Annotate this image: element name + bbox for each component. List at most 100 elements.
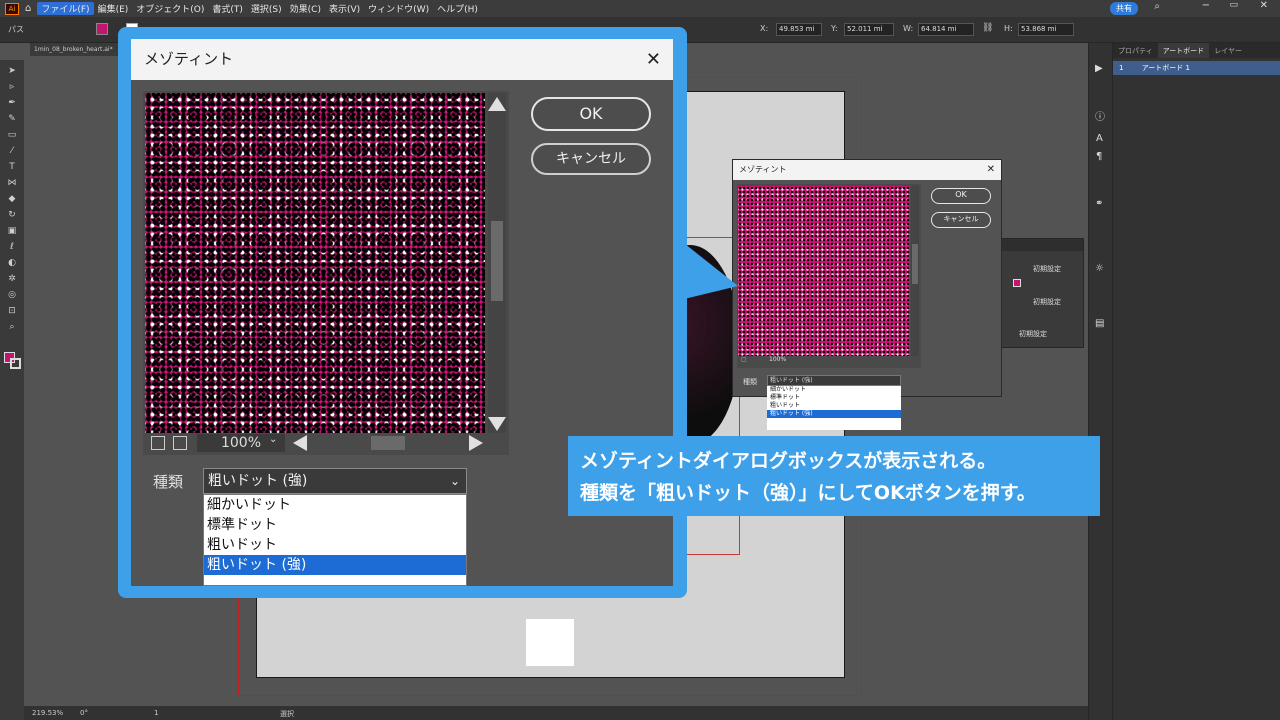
menu-edit[interactable]: 編集(E) xyxy=(94,2,133,15)
scroll-up-arrow-icon[interactable] xyxy=(488,97,506,111)
list-item[interactable]: 粗いドット xyxy=(204,535,466,555)
rotation-value[interactable]: 0° xyxy=(80,709,88,717)
zoom-out-icon[interactable]: ▢ xyxy=(741,356,747,363)
cancel-button[interactable]: キャンセル xyxy=(931,212,991,228)
reflect-tool-icon[interactable]: ⋈ xyxy=(6,178,18,188)
y-label: Y: xyxy=(831,24,838,33)
home-icon[interactable]: ⌂ xyxy=(25,3,31,14)
paintbrush-tool-icon[interactable]: ⁄ xyxy=(6,146,18,156)
tab-artboards[interactable]: アートボード xyxy=(1157,43,1210,58)
x-label: X: xyxy=(760,24,769,33)
type-select-value: 粗いドット (強) xyxy=(208,473,308,489)
close-icon[interactable]: ✕ xyxy=(646,39,661,80)
list-item-selected[interactable]: 粗いドット (強) xyxy=(767,410,901,418)
type-tool-icon[interactable]: T xyxy=(6,162,18,172)
tab-properties[interactable]: プロパティ xyxy=(1113,43,1158,58)
current-tool-label: 選択 xyxy=(280,710,294,718)
selection-tool-icon[interactable]: ➤ xyxy=(6,66,18,76)
eyedropper-tool-icon[interactable]: ℓ xyxy=(6,242,18,252)
y-field[interactable]: 52.011 mi xyxy=(844,23,894,36)
horizontal-scroll-thumb[interactable] xyxy=(371,436,405,450)
list-item[interactable]: 粗いドット xyxy=(767,402,901,410)
illustrator-logo-icon: Ai xyxy=(5,2,19,15)
tab-layers[interactable]: レイヤー xyxy=(1209,43,1247,58)
scroll-right-arrow-icon[interactable] xyxy=(469,435,483,451)
minimize-icon[interactable]: − xyxy=(1202,0,1210,11)
zoom-tool-icon[interactable]: ⌕ xyxy=(6,322,18,332)
links-panel-icon[interactable]: ⚭ xyxy=(1095,198,1103,209)
close-window-icon[interactable]: ✕ xyxy=(1260,0,1268,11)
fill-swatch[interactable] xyxy=(96,23,108,35)
artboard-page-number[interactable]: 1 xyxy=(154,709,158,717)
constrain-proportions-icon[interactable]: ⛓ xyxy=(982,23,993,33)
artboard-tool-icon[interactable]: ⊡ xyxy=(6,306,18,316)
x-field[interactable]: 49.853 mi xyxy=(776,23,822,36)
maximize-icon[interactable]: ▭ xyxy=(1229,0,1238,10)
rectangle-tool-icon[interactable]: ▭ xyxy=(6,130,18,140)
selection-type-label: パス xyxy=(8,25,24,34)
menu-window[interactable]: ウィンドウ(W) xyxy=(364,2,433,15)
free-transform-tool-icon[interactable]: ▣ xyxy=(6,226,18,236)
artboards-panel: プロパティ アートボード レイヤー 1 アートボード 1 xyxy=(1112,43,1280,720)
panel-icon-strip: ▶ ⓘ A ¶ ⚭ ☼ ▤ xyxy=(1088,43,1112,720)
menu-view[interactable]: 表示(V) xyxy=(325,2,364,15)
zoom-out-button[interactable] xyxy=(151,436,165,450)
paragraph-panel-icon[interactable]: ¶ xyxy=(1096,151,1102,162)
menu-select[interactable]: 選択(S) xyxy=(247,2,286,15)
appearance-fill-swatch[interactable] xyxy=(1013,279,1021,287)
appearance-panel: 初期設定 初期設定 初期設定 xyxy=(1000,238,1084,348)
artboard-number: 1 xyxy=(1119,64,1124,72)
direct-selection-tool-icon[interactable]: ▹ xyxy=(6,82,18,92)
cancel-button[interactable]: キャンセル xyxy=(531,143,651,175)
menu-type[interactable]: 書式(T) xyxy=(208,2,247,15)
list-item[interactable]: 標準ドット xyxy=(767,394,901,402)
symbol-sprayer-tool-icon[interactable]: ✲ xyxy=(6,274,18,284)
type-select[interactable]: 粗いドット (強) ⌄ xyxy=(203,468,467,494)
list-item[interactable]: 細かいドット xyxy=(204,495,466,515)
blend-tool-icon[interactable]: ◐ xyxy=(6,258,18,268)
preview-scroll-thumb[interactable] xyxy=(912,244,918,284)
ok-button[interactable]: OK xyxy=(931,188,991,204)
dialog-title: メゾティント xyxy=(739,165,787,174)
dialog-title: メゾティント xyxy=(144,50,234,68)
preview-panel xyxy=(737,184,921,368)
type-label: 種類 xyxy=(153,473,184,491)
info-panel-icon[interactable]: ⓘ xyxy=(1095,108,1105,123)
menu-file[interactable]: ファイル(F) xyxy=(37,2,94,15)
list-item[interactable]: 細かいドット xyxy=(767,386,901,394)
eraser-tool-icon[interactable]: ◆ xyxy=(6,194,18,204)
menu-help[interactable]: ヘルプ(H) xyxy=(433,2,482,15)
shape-builder-tool-icon[interactable]: ◎ xyxy=(6,290,18,300)
menu-effect[interactable]: 効果(C) xyxy=(286,2,325,15)
properties-panel-icon[interactable]: ▶ xyxy=(1095,63,1103,74)
stroke-color-swatch[interactable] xyxy=(10,358,21,369)
curvature-tool-icon[interactable]: ✎ xyxy=(6,114,18,124)
appearance-opacity-value: 初期設定 xyxy=(1033,298,1061,306)
tools-panel: ➤ ▹ ✒ ✎ ▭ ⁄ T ⋈ ◆ ↻ ▣ ℓ ◐ ✲ ◎ ⊡ ⌕ xyxy=(0,60,24,720)
artboard-list-item[interactable]: 1 アートボード 1 xyxy=(1113,61,1280,75)
ok-button[interactable]: OK xyxy=(531,97,651,131)
scroll-down-arrow-icon[interactable] xyxy=(488,417,506,431)
white-square-shape[interactable] xyxy=(526,619,574,666)
menu-object[interactable]: オブジェクト(O) xyxy=(132,2,208,15)
zoom-chevron-down-icon[interactable]: ⌄ xyxy=(269,434,277,445)
comments-panel-icon[interactable]: ▤ xyxy=(1095,318,1104,329)
zoom-level[interactable]: 219.53% xyxy=(32,709,63,717)
list-item[interactable]: 標準ドット xyxy=(204,515,466,535)
pen-tool-icon[interactable]: ✒ xyxy=(6,98,18,108)
character-panel-icon[interactable]: A xyxy=(1096,133,1103,144)
share-button[interactable]: 共有 xyxy=(1110,2,1138,15)
close-icon[interactable]: ✕ xyxy=(987,160,995,180)
document-tab[interactable]: 1min_08_broken_heart.ai* xyxy=(30,43,130,56)
artboard-name: アートボード 1 xyxy=(1141,64,1190,72)
scroll-left-arrow-icon[interactable] xyxy=(293,435,307,451)
preview-scroll-thumb[interactable] xyxy=(491,221,503,301)
h-field[interactable]: 53.868 mi xyxy=(1018,23,1074,36)
zoom-in-button[interactable] xyxy=(173,436,187,450)
list-item-selected[interactable]: 粗いドット (強) xyxy=(204,555,466,575)
w-field[interactable]: 64.814 mi xyxy=(918,23,974,36)
type-select[interactable]: 粗いドット (強) xyxy=(767,375,901,386)
rotate-tool-icon[interactable]: ↻ xyxy=(6,210,18,220)
search-icon[interactable]: ⌕ xyxy=(1154,1,1160,12)
appearance-panel-icon[interactable]: ☼ xyxy=(1095,263,1104,274)
